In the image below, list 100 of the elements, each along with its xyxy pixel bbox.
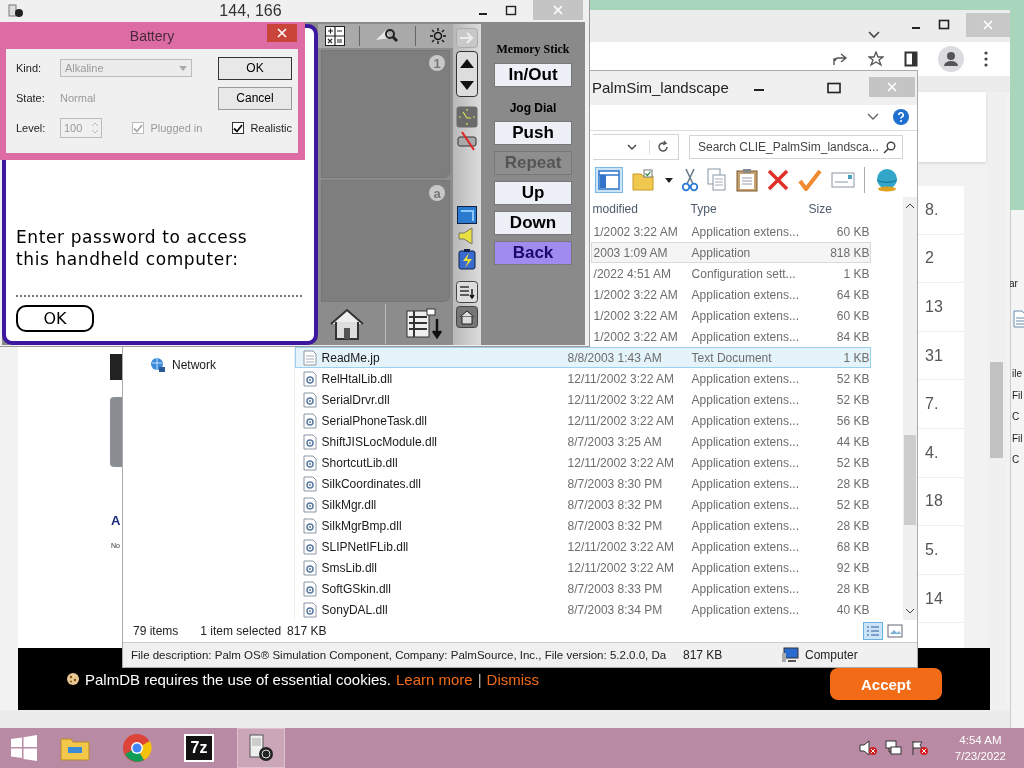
file-row[interactable]: SilkCoordinates.dll 8/7/2003 8:30 PM Application extens... 28 KB <box>294 473 871 495</box>
cancel-button[interactable]: Cancel <box>218 86 292 110</box>
file-row[interactable]: 1/2002 3:22 AM Application extens... 60 KB <box>590 305 871 327</box>
menu-icon[interactable] <box>456 281 478 303</box>
caret-icon[interactable] <box>665 177 673 183</box>
battery-icon[interactable] <box>457 248 477 270</box>
scrollbar-thumb[interactable] <box>904 435 917 526</box>
scroll-up-icon[interactable] <box>460 58 474 68</box>
share-icon[interactable] <box>832 52 848 66</box>
date-text: 8/8/2003 1:43 AM <box>567 350 663 365</box>
type-text: Application extens... <box>690 434 800 449</box>
date-text: 1/2002 3:22 AM <box>592 224 679 239</box>
document-icon <box>302 349 317 366</box>
taskbar-button[interactable] <box>237 728 285 768</box>
file-row[interactable]: /2022 4:51 AM Configuration sett... 1 KB <box>590 263 871 285</box>
file-row[interactable]: 2003 1:09 AM Application 818 KB <box>590 242 871 264</box>
checkmark-icon[interactable] <box>798 169 822 192</box>
learn-more-link[interactable]: Learn more <box>396 670 473 688</box>
refresh-icon[interactable] <box>649 140 670 155</box>
file-row[interactable]: SonyDAL.dll 8/7/2003 8:34 PM Application extens... 40 KB <box>294 599 871 621</box>
file-row[interactable]: ReadMe.jp 8/8/2003 1:43 AM Text Document 1 KB <box>294 347 871 369</box>
layout-button[interactable] <box>595 167 623 194</box>
scroll-buttons[interactable] <box>456 51 478 97</box>
network-icon[interactable] <box>884 740 903 756</box>
file-row[interactable]: ShortcutLib.dll 12/11/2002 3:22 AM Application extens... 52 KB <box>294 452 871 474</box>
scroll-down-icon[interactable] <box>906 609 914 615</box>
star-icon[interactable] <box>868 51 884 67</box>
help-icon[interactable] <box>893 109 909 126</box>
scroll-down-icon[interactable] <box>460 80 474 90</box>
flag-icon[interactable] <box>910 740 929 756</box>
file-row[interactable]: 1/2002 3:22 AM Application extens... 64 KB <box>590 284 871 306</box>
file-row[interactable]: RelHtalLib.dll 12/11/2002 3:22 AM Application extens... 52 KB <box>294 368 871 390</box>
column-header[interactable]: Size <box>802 202 879 217</box>
level-label: Level: <box>16 122 47 134</box>
chevron-down-icon[interactable] <box>627 143 637 151</box>
jog-dial-button[interactable]: Up <box>494 181 572 205</box>
file-row[interactable]: SmsLib.dll 12/11/2002 3:22 AM Application extens... 92 KB <box>294 557 871 579</box>
dismiss-link[interactable]: Dismiss <box>486 670 540 688</box>
sidebar-icon[interactable] <box>904 51 918 67</box>
scissors-icon[interactable] <box>682 168 698 193</box>
ok-button[interactable]: OK <box>218 56 292 80</box>
file-row[interactable]: SilkMgr.dll 8/7/2003 8:32 PM Application extens... 52 KB <box>294 494 871 516</box>
speaker-muted-icon[interactable] <box>858 740 877 756</box>
file-row[interactable]: SoftGSkin.dll 8/7/2003 8:33 PM Application extens... 28 KB <box>294 578 871 600</box>
gear-file-icon <box>302 370 317 387</box>
card-removed-icon[interactable] <box>456 131 478 151</box>
file-row[interactable]: ShiftJISLocModule.dll 8/7/2003 3:25 AM Application extens... 44 KB <box>294 431 871 453</box>
file-row[interactable]: 1/2002 3:22 AM Application extens... 84 KB <box>590 326 871 348</box>
in-out-button[interactable]: In/Out <box>494 63 572 87</box>
file-row[interactable]: SLIPNetIFLib.dll 12/11/2002 3:22 AM Application extens... 68 KB <box>294 536 871 558</box>
selection-text: 1 item selected <box>200 624 282 639</box>
scrollbar-thumb[interactable] <box>990 362 1003 458</box>
file-row[interactable]: SilkMgrBmp.dll 8/7/2003 8:32 PM Application extens... 28 KB <box>294 515 871 537</box>
checkbox-option[interactable]: Realistic <box>232 122 292 134</box>
home-icon[interactable] <box>456 306 478 328</box>
jog-dial-button[interactable]: Down <box>494 211 572 235</box>
jog-dial-button[interactable]: Back <box>494 241 572 265</box>
section-label: Memory Stick <box>496 42 570 57</box>
archiver-logo: 7z <box>184 734 214 762</box>
maximize-icon[interactable] <box>505 5 517 17</box>
chevron-down-icon[interactable] <box>868 31 880 39</box>
brightness-icon[interactable] <box>429 28 446 44</box>
section-label: Jog Dial <box>509 101 557 115</box>
column-header[interactable]: Type <box>686 202 803 217</box>
scroll-up-icon[interactable] <box>906 203 914 209</box>
type-text: Application extens... <box>690 329 800 344</box>
jog-dial-button[interactable]: Push <box>494 121 572 145</box>
clock-icon[interactable] <box>456 106 478 128</box>
calculator-icon[interactable] <box>325 26 346 46</box>
file-row[interactable]: 1/2002 3:22 AM Application extens... 60 KB <box>590 221 871 243</box>
scrollbar[interactable] <box>903 197 917 621</box>
thumbnail-view-icon[interactable] <box>887 624 903 639</box>
ok-button[interactable]: OK <box>16 305 94 332</box>
search-field[interactable]: Search CLIE_PalmSim_landsca... <box>689 135 903 160</box>
close-button[interactable] <box>267 24 297 42</box>
taskbar-button[interactable]: 7z <box>175 728 223 768</box>
gear-file-icon <box>302 475 317 492</box>
maximize-icon[interactable] <box>827 81 841 94</box>
globe-icon[interactable] <box>874 168 900 193</box>
card-icon[interactable] <box>831 172 855 189</box>
column-header[interactable]: modified <box>590 202 687 217</box>
more-menu-icon[interactable] <box>984 51 988 67</box>
maximize-icon[interactable] <box>938 19 950 31</box>
gear-file-icon <box>302 580 317 597</box>
clipboard-icon[interactable] <box>736 168 758 193</box>
folder-check-icon[interactable] <box>632 169 656 192</box>
chevron-down-icon[interactable] <box>867 113 879 122</box>
file-description: File description: Palm OS® Simulation Component, Company: PalmSource, Inc., File version: 5.2.0.0, Da <box>131 649 668 662</box>
profile-icon[interactable] <box>938 46 964 72</box>
start-icon[interactable] <box>11 735 37 761</box>
details-view-icon[interactable] <box>863 622 883 641</box>
checkbox[interactable] <box>232 122 245 134</box>
menu-icon[interactable] <box>405 306 444 341</box>
navigation-item[interactable]: Network <box>123 355 294 376</box>
close-icon <box>887 82 897 92</box>
file-row[interactable]: SerialDrvr.dll 12/11/2002 3:22 AM Application extens... 52 KB <box>294 389 871 411</box>
delete-icon[interactable] <box>767 169 789 192</box>
file-row[interactable]: SerialPhoneTask.dll 12/11/2002 3:22 AM Application extens... 56 KB <box>294 410 871 432</box>
window-icon[interactable] <box>457 206 477 224</box>
date-text: 8/7/2003 8:32 PM <box>567 518 664 533</box>
